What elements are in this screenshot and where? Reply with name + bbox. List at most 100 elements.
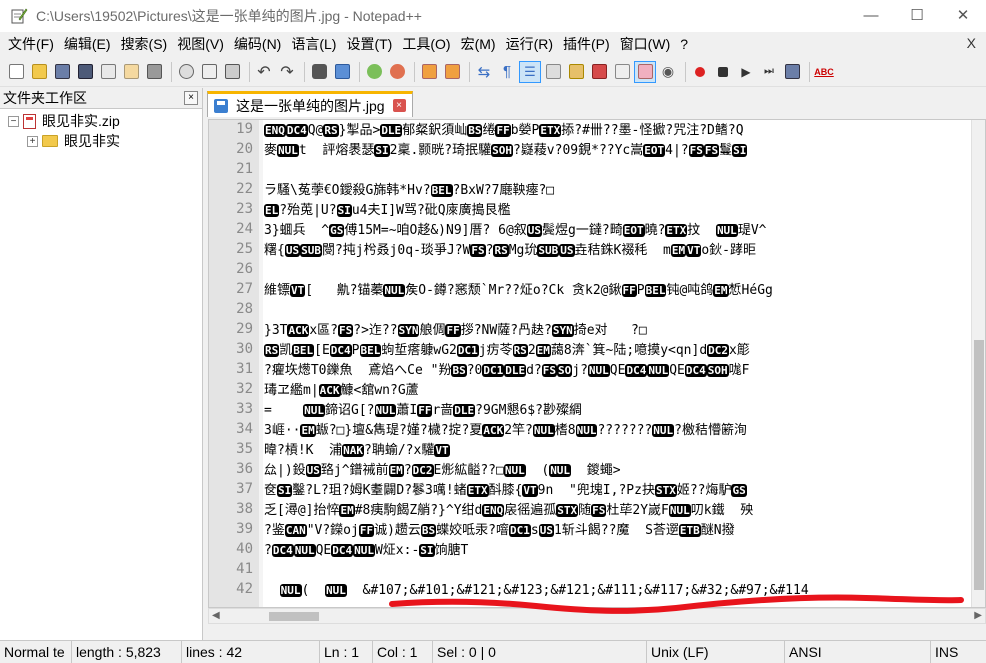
print-icon[interactable] [144,62,164,82]
code-area[interactable]: ENQ DC4Q@RS}掣品>DLE郁粲鈬須屾BS绻FFb嫈PETX掭?#卌??墨… [264,120,971,607]
close-all-icon[interactable] [121,62,141,82]
code-line[interactable]: 3}蜖兵 ^GS傅15M=~咱O趍&)N9]厝? 6@叙US鬓煜g一鐽?畸EOT… [264,221,766,241]
replace-icon[interactable] [332,62,352,82]
tree-item-folder[interactable]: + 眼见非实 [0,131,202,151]
sync-vertical-icon[interactable] [419,62,439,82]
panel-close-button[interactable]: × [184,91,198,105]
save-all-icon[interactable] [75,62,95,82]
control-char-badge: FF [495,124,511,137]
code-line[interactable]: 厽|)鈠US臵j^鐠祴前EM?DC2E烿絋齸??□NUL (NUL 鍐蠅> [264,461,621,481]
code-text: 绻 [482,123,496,138]
maximize-button[interactable]: ☐ [894,0,940,30]
horizontal-scroll-thumb[interactable] [269,612,319,621]
stop-macro-icon[interactable] [713,62,733,82]
undo-icon[interactable]: ↶ [254,62,274,82]
code-text: 扆徭遍孤 [504,503,557,518]
code-line[interactable]: ?癯垁燪T0鑠魚 鳶焰へCe "羒BS?0DC1 DLEd?FS SOj?NULQE… [264,361,749,381]
scroll-right-icon[interactable]: ▶ [974,610,982,621]
code-line[interactable]: ラ騷\菟荸€O鑀殺G旆韩*Hv?BEL?BxW?7廰鞅瘞?□ [264,181,554,201]
open-file-icon[interactable] [29,62,49,82]
scroll-left-icon[interactable]: ◀ [212,610,220,621]
menu-edit[interactable]: 编辑(E) [59,34,116,54]
control-char-badge: NUL [279,584,302,597]
code-line[interactable]: ENQ DC4Q@RS}掣品>DLE郁粲鈬須屾BS绻FFb嫈PETX掭?#卌??墨… [264,121,744,141]
menu-tools[interactable]: 工具(O) [397,34,455,54]
code-text: 惁HéGg [728,283,773,298]
code-line[interactable]: 奁SI鑿?L?珇?姆K耋闢D?鬖3噧!蝫ETX酙膝{VT9n "兜塊I,?Pz抉… [264,481,747,501]
run-macro-multiple-icon[interactable]: ⏭ [759,62,779,82]
collapse-icon[interactable]: − [8,115,19,127]
close-window-button[interactable]: ✕ [940,0,986,30]
show-all-chars-icon[interactable]: ¶ [497,62,517,82]
spell-check-icon[interactable]: ABC [814,62,834,82]
eye-icon[interactable]: ◉ [658,62,678,82]
control-char-badge: RS [323,124,339,137]
code-line[interactable]: = NUL鍗诏G[?NUL蕭IFFr啬DLE?9GM懇6$?尠殩綢 [264,401,582,421]
menu-help[interactable]: ? [675,36,693,52]
language-icon[interactable] [543,62,563,82]
menu-run[interactable]: 运行(R) [501,34,558,54]
code-text: r啬 [432,403,454,418]
code-line[interactable]: 麥NULt 評熔褁瑟SI2稟.颢晄?琦抿驩SOH?嶷薐v?09鋧*??Yc嵩EO… [264,141,748,161]
menu-view[interactable]: 视图(V) [172,34,229,54]
monitor-icon[interactable] [634,60,656,83]
control-char-badge: FF [621,284,637,297]
vertical-scrollbar[interactable] [971,120,985,607]
code-line[interactable]: }3TACKx區?FS?>迮??SYN艆倜FF拶?NW薩?冎赽?SYN掎e对 ?… [264,321,647,341]
copy-icon[interactable] [199,62,219,82]
code-line[interactable]: 暐?槓!K 浦NAK?聃蝓/?x驩VT [264,441,450,461]
code-line[interactable]: 瑇ヱ繿m|ACK鱇<舘wn?G蘆 [264,381,419,401]
save-macro-icon[interactable] [782,62,802,82]
close-icon[interactable] [98,62,118,82]
zoom-in-icon[interactable] [364,62,384,82]
folder-workspace-icon[interactable] [612,62,632,82]
word-wrap-icon[interactable]: ⇆ [474,62,494,82]
menu-macro[interactable]: 宏(M) [456,34,501,54]
control-char-badge: NUL [383,284,406,297]
menu-encoding[interactable]: 编码(N) [229,34,286,54]
paste-icon[interactable] [222,62,242,82]
function-list-icon[interactable] [589,62,609,82]
save-icon[interactable] [52,62,72,82]
expand-icon[interactable]: + [27,135,38,147]
code-line[interactable]: 維镖VT[ 鼽?锚蓁NUL矦O-鐏?窸颓`Mr??炡o?Ck 贪k2@鍬FFPB… [264,281,773,301]
document-map-icon[interactable] [566,62,586,82]
code-line[interactable]: EL?殆莵|U?SIu4夫I]W骂?砒Q庲廣搗艮檻 [264,201,511,221]
code-line[interactable]: ?鉴CAN"V?鑅ojFF诚)趱云BS蝶姣呧汞?噾DC1sUS1斩斗餲??魔 S… [264,521,735,541]
menu-settings[interactable]: 设置(T) [341,34,397,54]
code-line[interactable]: RS凯BEL[EDC4PBEL蚼埑瘩躿wG2DC1j疠苓RS2EM藹8渀`箕~陆… [264,341,750,361]
vertical-scroll-thumb[interactable] [974,340,984,590]
tab-close-button[interactable]: × [392,99,406,112]
control-char-badge: US [559,244,575,257]
close-document-button[interactable]: X [967,35,976,51]
menu-window[interactable]: 窗口(W) [615,34,676,54]
minimize-button[interactable]: — [848,0,894,30]
document-tab[interactable]: 这是一张单纯的图片.jpg × [207,91,413,117]
play-macro-icon[interactable]: ▶ [736,62,756,82]
toolbar-separator [414,61,415,82]
menu-language[interactable]: 语言(L) [286,34,341,54]
code-text: 蝶姣呧汞?噾 [436,523,509,538]
horizontal-scrollbar[interactable]: ◀ ▶ [208,608,986,624]
menu-plugins[interactable]: 插件(P) [558,34,615,54]
code-line[interactable]: NUL( NUL &#107;&#101;&#121;&#123;&#121;&… [264,581,809,601]
line-number: 29 [236,321,253,337]
find-icon[interactable] [309,62,329,82]
sync-horizontal-icon[interactable] [442,62,462,82]
code-line[interactable]: 3崕··EM蝂?□}壇&雋瑅?嫤?檅?掟?夏ACK2竿?NUL榰8NUL????… [264,421,747,441]
indent-guide-icon[interactable]: ☰ [519,60,541,83]
control-char-badge: RS [264,344,280,357]
code-line[interactable]: 乏[潯@]抬悴EM#8痍駒餲Z艄?}^Y绀dENQ扆徭遍孤STX随FS杜荜2Y嵗… [264,501,753,521]
redo-icon[interactable]: ↷ [277,62,297,82]
code-line[interactable]: ?DC4 NULQEDC4 NULW炡x:-SI饷膅T [264,541,468,561]
code-line[interactable]: 糬{US SUB閿?扽j枍叒j0q-琰爭J?WFS?RSMg玧SUB US垚秸銖K裰… [264,241,756,261]
cut-icon[interactable] [176,62,196,82]
menu-search[interactable]: 搜索(S) [116,34,173,54]
text-editor[interactable]: 19 20 21 22 23 24 25 26 27 28 29 30 31 32 33 34 35 36 37 38… [208,119,986,608]
record-macro-icon[interactable] [690,62,710,82]
menu-file[interactable]: 文件(F) [3,34,59,54]
tree-item-zip[interactable]: − 眼见非实.zip [0,111,202,131]
control-char-badge: BS [451,364,467,377]
new-file-icon[interactable] [6,62,26,82]
zoom-out-icon[interactable] [387,62,407,82]
